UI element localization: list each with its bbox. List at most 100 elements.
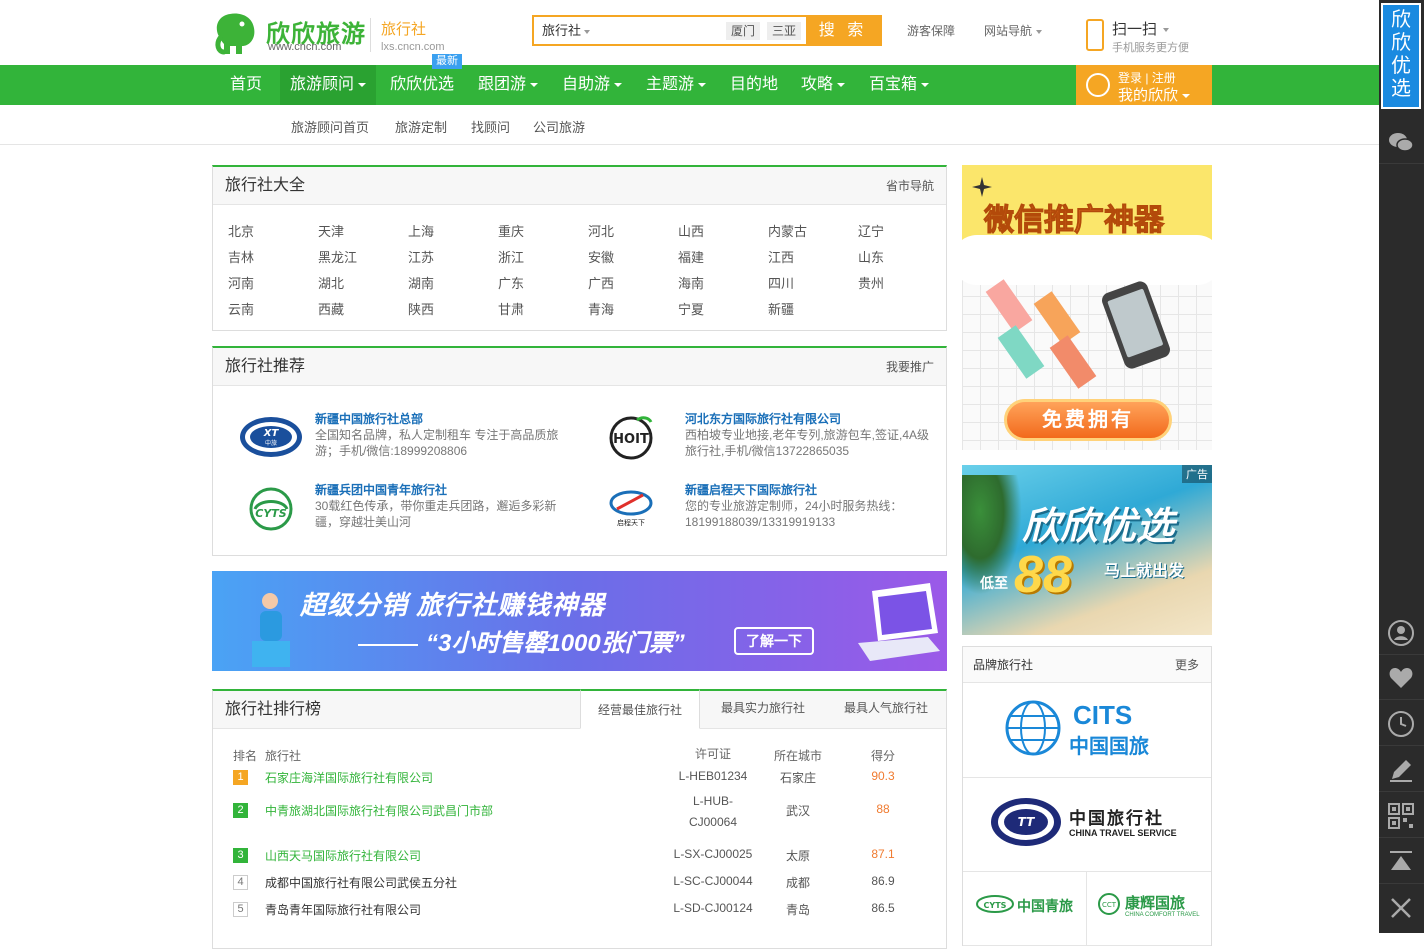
qrcode-icon[interactable] <box>1379 794 1424 838</box>
province-link[interactable]: 海南 <box>678 273 704 292</box>
agency-link[interactable]: 山西天马国际旅行社有限公司 <box>265 847 421 864</box>
province-link[interactable]: 浙江 <box>498 247 524 266</box>
agency-link[interactable]: 成都中国旅行社有限公司武侯五分社 <box>265 874 457 891</box>
province-link[interactable]: 青海 <box>588 299 614 318</box>
login-box[interactable]: 登录 | 注册 我的欣欣 <box>1076 65 1212 105</box>
province-link[interactable]: 四川 <box>768 273 794 292</box>
agency-link[interactable]: 石家庄海洋国际旅行社有限公司 <box>265 769 433 786</box>
youxuan-ad[interactable]: 广告 欣欣优选 低至 88 马上就出发 <box>962 465 1212 635</box>
ad-cloud-shape <box>962 235 1212 285</box>
province-link[interactable]: 宁夏 <box>678 299 704 318</box>
brand-comfort[interactable]: CCT 康辉国旅 CHINA COMFORT TRAVEL <box>1087 872 1211 946</box>
tab-best-operated[interactable]: 经营最佳旅行社 <box>580 689 700 729</box>
province-link[interactable]: 山西 <box>678 221 704 240</box>
province-link[interactable]: 陕西 <box>408 299 434 318</box>
province-link[interactable]: 西藏 <box>318 299 344 318</box>
province-link[interactable]: 新疆 <box>768 299 794 318</box>
province-link[interactable]: 吉林 <box>228 247 254 266</box>
subnav-company-tour[interactable]: 公司旅游 <box>533 117 585 136</box>
chevron-down-icon <box>530 82 539 87</box>
province-link[interactable]: 江西 <box>768 247 794 266</box>
close-icon[interactable] <box>1379 886 1424 930</box>
wechat-icon[interactable] <box>1379 120 1424 164</box>
recommend-name[interactable]: 河北东方国际旅行社有限公司 <box>685 410 841 427</box>
province-link[interactable]: 湖北 <box>318 273 344 292</box>
brand-name: 中国青旅 <box>1017 898 1073 914</box>
province-link[interactable]: 河南 <box>228 273 254 292</box>
channel-logo[interactable]: 旅行社 lxs.cncn.com <box>370 18 445 53</box>
province-nav-link[interactable]: 省市导航 <box>886 167 934 205</box>
nav-group-tour[interactable]: 跟团游 <box>468 65 548 105</box>
search-input[interactable] <box>600 19 720 42</box>
recommend-panel: 旅行社推荐 我要推广 XT 中旅 新疆中国旅行社总部 全国知名品牌，私人定制租车… <box>212 346 947 556</box>
banner-learn-more-button[interactable]: 了解一下 <box>734 627 814 655</box>
brand-cts[interactable]: TT 中国旅行社 CHINA TRAVEL SERVICE <box>963 778 1211 872</box>
sidebar-youxuan-promo[interactable]: 欣欣优选 <box>1381 3 1421 109</box>
hot-keyword-sanya[interactable]: 三亚 <box>767 22 802 40</box>
subnav-find-advisor[interactable]: 找顾问 <box>471 117 510 136</box>
province-link[interactable]: 云南 <box>228 299 254 318</box>
brand-cits[interactable]: CITS 中国国旅 <box>963 684 1211 778</box>
recommend-name[interactable]: 新疆启程天下国际旅行社 <box>685 481 817 498</box>
recommend-item[interactable]: CYTS 新疆兵团中国青年旅行社 30载红色传承，带你重走兵团路，邂逅多彩新疆，… <box>237 481 577 541</box>
province-link[interactable]: 辽宁 <box>858 221 884 240</box>
heart-icon[interactable] <box>1379 656 1424 700</box>
recommend-item[interactable]: 启程天下 新疆启程天下国际旅行社 您的专业旅游定制师，24小时服务热线：1819… <box>607 481 947 541</box>
province-link[interactable]: 黑龙江 <box>318 247 357 266</box>
chevron-down-icon <box>614 82 623 87</box>
agency-link[interactable]: 中青旅湖北国际旅行社有限公司武昌门市部 <box>265 802 493 819</box>
subnav-advisor-home[interactable]: 旅游顾问首页 <box>291 117 369 136</box>
province-link[interactable]: 北京 <box>228 221 254 240</box>
province-link[interactable]: 广东 <box>498 273 524 292</box>
province-link[interactable]: 山东 <box>858 247 884 266</box>
nav-toolbox-label: 百宝箱 <box>869 76 918 93</box>
tab-most-popular[interactable]: 最具人气旅行社 <box>826 689 946 729</box>
nav-travel-advisor[interactable]: 旅游顾问 <box>280 65 377 105</box>
hot-keyword-xiamen[interactable]: 厦门 <box>726 22 761 40</box>
province-link[interactable]: 江苏 <box>408 247 434 266</box>
promote-link[interactable]: 我要推广 <box>886 348 934 386</box>
nav-guide[interactable]: 攻略 <box>791 65 855 105</box>
recommend-name[interactable]: 新疆兵团中国青年旅行社 <box>315 481 447 498</box>
recommend-name[interactable]: 新疆中国旅行社总部 <box>315 410 423 427</box>
my-xinxin-dropdown[interactable]: 我的欣欣 <box>1118 84 1191 105</box>
nav-toolbox[interactable]: 百宝箱 <box>859 65 939 105</box>
province-link[interactable]: 上海 <box>408 221 434 240</box>
province-link[interactable]: 贵州 <box>858 273 884 292</box>
search-button[interactable]: 搜 索 <box>806 17 880 44</box>
province-link[interactable]: 重庆 <box>498 221 524 240</box>
recommend-item[interactable]: HOIT 河北东方国际旅行社有限公司 西柏坡专业地接,老年专列,旅游包车,签证,… <box>607 410 947 470</box>
province-link[interactable]: 福建 <box>678 247 704 266</box>
province-link[interactable]: 内蒙古 <box>768 221 807 240</box>
province-link[interactable]: 湖南 <box>408 273 434 292</box>
nav-home[interactable]: 首页 <box>220 65 272 105</box>
free-own-button[interactable]: 免费拥有 <box>1004 399 1172 441</box>
nav-self-tour[interactable]: 自助游 <box>552 65 632 105</box>
province-link[interactable]: 天津 <box>318 221 344 240</box>
nav-destination[interactable]: 目的地 <box>720 65 788 105</box>
tourist-guarantee-link[interactable]: 游客保障 <box>907 22 955 39</box>
site-nav-dropdown[interactable]: 网站导航 <box>984 22 1043 39</box>
province-link[interactable]: 甘肃 <box>498 299 524 318</box>
promo-banner[interactable]: 超级分销 旅行社赚钱神器 “3小时售罄1000张门票” 了解一下 <box>212 571 947 671</box>
nav-youxuan[interactable]: 欣欣优选 <box>380 65 464 105</box>
search-category-select[interactable]: 旅行社 <box>534 17 600 44</box>
nav-theme-tour[interactable]: 主题游 <box>636 65 716 105</box>
tab-most-powerful[interactable]: 最具实力旅行社 <box>703 689 823 729</box>
subnav-custom[interactable]: 旅游定制 <box>395 117 447 136</box>
clock-icon[interactable] <box>1379 702 1424 746</box>
back-to-top-icon[interactable] <box>1379 840 1424 884</box>
agency-link[interactable]: 青岛青年国际旅行社有限公司 <box>265 901 421 918</box>
user-icon[interactable] <box>1379 611 1424 655</box>
edit-icon[interactable] <box>1379 748 1424 792</box>
brands-more-link[interactable]: 更多 <box>1175 647 1199 683</box>
site-logo[interactable]: 欣欣旅游 www.cncn.com <box>212 8 372 56</box>
mobile-scan[interactable]: 扫一扫 手机服务更方便 <box>1086 16 1206 56</box>
province-link[interactable]: 河北 <box>588 221 614 240</box>
province-link[interactable]: 安徽 <box>588 247 614 266</box>
score: 88 <box>876 802 890 816</box>
province-link[interactable]: 广西 <box>588 273 614 292</box>
wechat-promo-ad[interactable]: 微信推广神器 免费拥有 <box>962 165 1212 450</box>
recommend-item[interactable]: XT 中旅 新疆中国旅行社总部 全国知名品牌，私人定制租车 专注于高品质旅游；手… <box>237 410 577 470</box>
brand-cyts[interactable]: CYTS 中国青旅 <box>963 872 1087 946</box>
